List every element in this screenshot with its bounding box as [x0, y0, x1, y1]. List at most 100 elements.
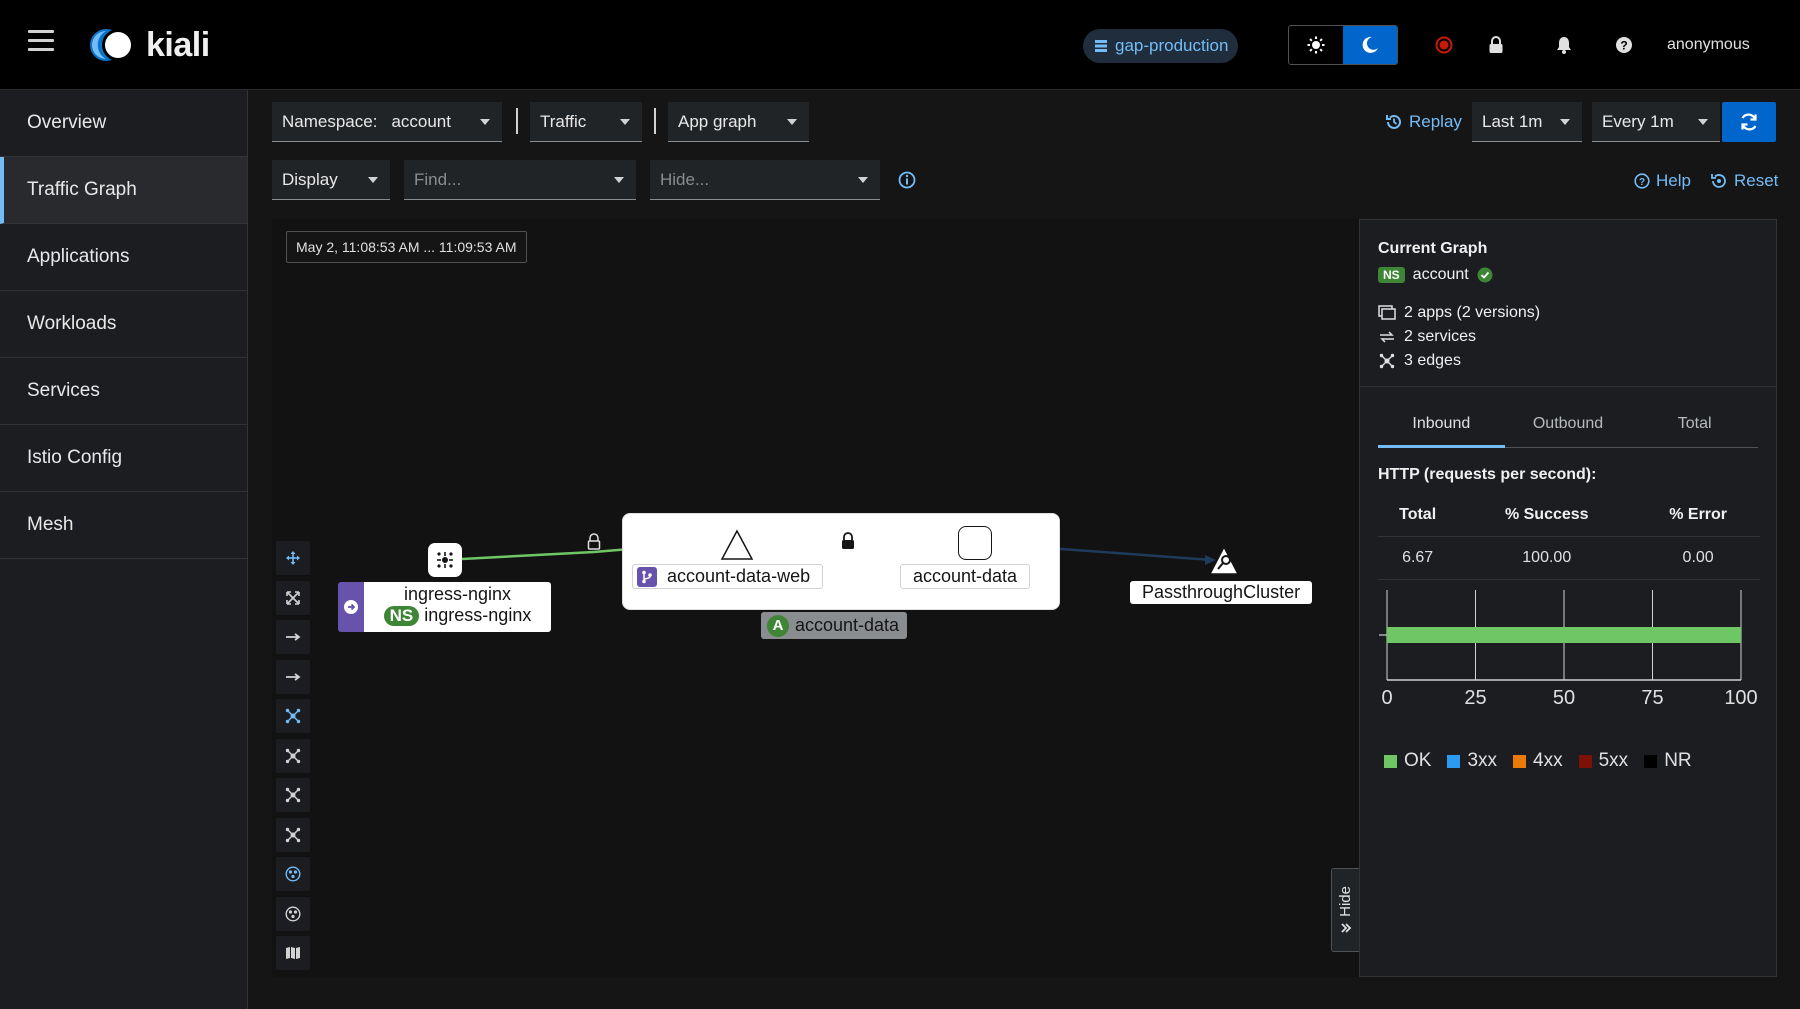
- x-tick-label: 75: [1641, 687, 1663, 709]
- ingress-node[interactable]: [428, 543, 462, 577]
- sidebar-item-mesh[interactable]: Mesh: [0, 492, 247, 559]
- chevron-down-icon: [368, 177, 378, 183]
- namespace-label: Namespace:: [282, 111, 378, 131]
- summary-panel: Current Graph NS account 2 apps (2 versi…: [1359, 219, 1777, 977]
- display-select[interactable]: Display: [272, 160, 390, 200]
- web-node[interactable]: [720, 529, 754, 561]
- toolbar-divider: [654, 108, 656, 134]
- help-button[interactable]: ? Help: [1634, 171, 1691, 191]
- layout-2-button[interactable]: [276, 778, 310, 812]
- data-node[interactable]: [958, 526, 992, 560]
- x-tick-label: 25: [1464, 687, 1486, 709]
- legend-item-4xx: 4xx: [1513, 750, 1563, 772]
- passthrough-node[interactable]: [1209, 546, 1239, 576]
- sidebar-item-services[interactable]: Services: [0, 358, 247, 425]
- legend-swatch: [1513, 754, 1527, 768]
- refresh-interval-select[interactable]: Every 1m: [1592, 102, 1720, 142]
- gateway-icon: [437, 552, 453, 568]
- legend-button[interactable]: [276, 936, 310, 970]
- legend-label: 5xx: [1598, 750, 1629, 771]
- panel-namespace[interactable]: account: [1413, 266, 1469, 284]
- long-arrow-right-icon: [286, 633, 301, 641]
- reset-button[interactable]: Reset: [1710, 171, 1778, 191]
- tab-total[interactable]: Total: [1631, 405, 1758, 447]
- tracing-status-icon[interactable]: [1434, 35, 1454, 55]
- x-tick-label: 50: [1553, 687, 1575, 709]
- layout-default-button[interactable]: [276, 699, 310, 733]
- ns-badge: NS: [1378, 267, 1405, 283]
- find-input[interactable]: Find...: [404, 160, 636, 200]
- cluster-badge[interactable]: gap-production: [1083, 29, 1239, 63]
- sidebar-item-istio-config[interactable]: Istio Config: [0, 425, 247, 492]
- sidebar-item-traffic-graph[interactable]: Traffic Graph: [0, 157, 247, 224]
- expand-button[interactable]: [276, 580, 310, 615]
- legend-label: 4xx: [1533, 750, 1563, 771]
- mtls-lock-icon: [842, 532, 854, 549]
- apps-stat: 2 apps (2 versions): [1378, 304, 1758, 322]
- namespace-box-button[interactable]: [276, 857, 310, 891]
- graph-canvas[interactable]: May 2, 11:08:53 AM ... 11:09:53 AM ingre…: [272, 219, 1360, 977]
- replay-button[interactable]: Replay: [1385, 112, 1462, 132]
- bar-ok[interactable]: [1387, 627, 1741, 643]
- app-group-box[interactable]: [622, 513, 1060, 610]
- namespace-select[interactable]: Namespace: account: [272, 102, 502, 142]
- passthrough-node-label[interactable]: PassthroughCluster: [1130, 581, 1313, 604]
- layout-3-button[interactable]: [276, 817, 310, 852]
- chevron-down-icon: [1698, 119, 1708, 125]
- sidebar-item-applications[interactable]: Applications: [0, 224, 247, 291]
- help-icon[interactable]: ?: [1614, 35, 1634, 55]
- hamburger-menu-icon[interactable]: [28, 30, 54, 52]
- ingress-node-label[interactable]: ingress-nginx NS ingress-nginx: [364, 582, 551, 632]
- lock-icon[interactable]: [1486, 35, 1506, 55]
- hide-panel-tab[interactable]: Hide: [1331, 868, 1359, 952]
- app-badge: A: [767, 614, 789, 637]
- replay-label: Replay: [1409, 112, 1462, 131]
- brand-name: kiali: [146, 25, 210, 64]
- edge-ingress-to-web: [461, 550, 595, 561]
- traffic-select[interactable]: Traffic: [530, 102, 642, 142]
- ingress-root-marker: [338, 582, 364, 632]
- app-group-label[interactable]: A account-data: [761, 612, 908, 639]
- duration-value: Last 1m: [1482, 111, 1543, 131]
- legend-swatch: [1447, 754, 1461, 768]
- globe-icon: [285, 866, 301, 882]
- cluster-box-button[interactable]: [276, 896, 310, 931]
- layout-1-button[interactable]: [276, 738, 310, 773]
- bell-icon[interactable]: [1554, 35, 1574, 55]
- long-arrow-right-icon: [286, 672, 301, 681]
- duration-select[interactable]: Last 1m: [1472, 102, 1582, 142]
- user-menu[interactable]: anonymous: [1667, 36, 1750, 54]
- tab-inbound[interactable]: Inbound: [1378, 405, 1505, 448]
- layout-left-right-button[interactable]: [276, 620, 310, 654]
- chevron-down-icon: [858, 177, 868, 183]
- version-branch-icon: [637, 566, 657, 587]
- table-header-row: Total % Success % Error: [1378, 498, 1760, 537]
- col-error: % Error: [1636, 498, 1760, 537]
- data-node-label[interactable]: account-data: [900, 564, 1031, 589]
- angle-double-right-icon: [1340, 923, 1351, 934]
- legend-label: 3xx: [1467, 750, 1498, 771]
- find-placeholder: Find...: [414, 169, 462, 189]
- services-count: 2 services: [1404, 328, 1477, 345]
- cluster-name: gap-production: [1115, 36, 1229, 55]
- sidebar-item-workloads[interactable]: Workloads: [0, 291, 247, 358]
- light-theme-button[interactable]: [1289, 26, 1343, 64]
- legend-item-3xx: 3xx: [1447, 750, 1497, 772]
- reset-label: Reset: [1734, 171, 1779, 190]
- history-icon: [1386, 114, 1401, 129]
- zoom-to-fit-button[interactable]: [276, 541, 310, 575]
- web-node-label[interactable]: account-data-web: [632, 564, 824, 589]
- tab-outbound[interactable]: Outbound: [1505, 405, 1632, 447]
- layout-top-bottom-button[interactable]: [276, 659, 310, 694]
- find-info-icon[interactable]: [898, 171, 916, 194]
- theme-toggle[interactable]: [1288, 25, 1398, 65]
- dark-theme-button[interactable]: [1343, 26, 1397, 64]
- hide-input[interactable]: Hide...: [650, 160, 880, 200]
- legend-item-5xx: 5xx: [1578, 750, 1629, 772]
- graph-type-select[interactable]: App graph: [668, 102, 809, 142]
- graph-type-label: App graph: [678, 111, 757, 131]
- kiali-logo[interactable]: kiali: [84, 25, 210, 64]
- hide-panel-label: Hide: [1337, 885, 1354, 917]
- sidebar-item-overview[interactable]: Overview: [0, 90, 247, 157]
- refresh-button[interactable]: [1722, 102, 1776, 142]
